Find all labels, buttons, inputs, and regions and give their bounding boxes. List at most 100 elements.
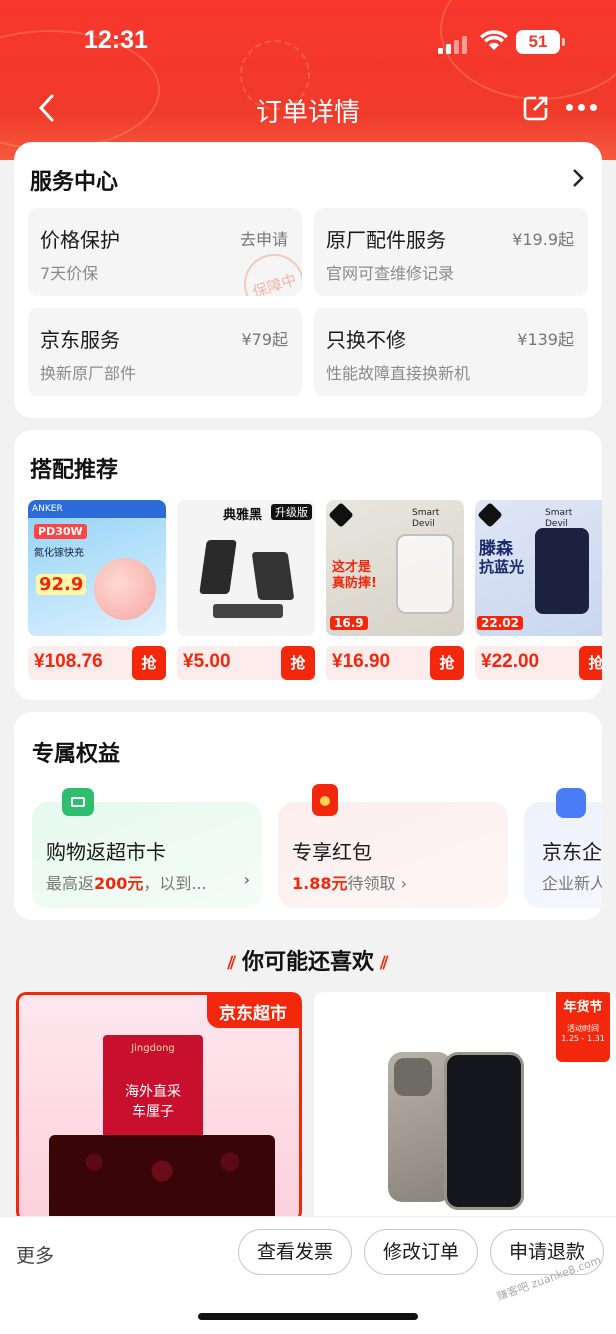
service-item-price-protect[interactable]: 价格保护 去申请 7天价保 保障中 bbox=[28, 208, 302, 296]
more-icon[interactable] bbox=[566, 104, 598, 112]
benefit-title: 京东企 bbox=[542, 840, 602, 864]
cherry-box-image: Jingdong 海外直采 车厘子 bbox=[103, 1035, 203, 1143]
supermarket-badge: 京东超市 bbox=[207, 995, 299, 1028]
screen-protector-image bbox=[535, 528, 589, 614]
brand-logo-icon bbox=[328, 502, 354, 528]
service-price: ¥19.9起 bbox=[512, 230, 574, 249]
share-icon[interactable] bbox=[522, 94, 550, 122]
product-image: 典雅黑 升级版 bbox=[177, 500, 315, 636]
product-price-bar: ¥16.90 抢 bbox=[326, 646, 464, 680]
service-item-jd-service[interactable]: 京东服务 ¥79起 换新原厂部件 bbox=[28, 308, 302, 396]
feed-image: 京东超市 Jingdong 海外直采 车厘子 bbox=[16, 992, 302, 1222]
signal-icon bbox=[438, 36, 468, 54]
cherries-image bbox=[49, 1135, 275, 1222]
charger-image bbox=[94, 558, 156, 620]
service-price: ¥139起 bbox=[517, 330, 574, 349]
enterprise-icon bbox=[556, 788, 586, 818]
box-brand: Jingdong bbox=[131, 1043, 175, 1054]
modify-order-button[interactable]: 修改订单 bbox=[364, 1229, 478, 1275]
benefit-enterprise-card[interactable]: 京东企 企业新人 bbox=[524, 788, 602, 908]
service-center-card: 服务中心 价格保护 去申请 7天价保 保障中 原厂配件服务 ¥19.9起 官网可… bbox=[14, 142, 602, 418]
box-text: 车厘子 bbox=[132, 1104, 174, 1120]
product-image: ANKER PD30W 氮化镓快充 92.9 bbox=[28, 500, 166, 636]
stand-base-image bbox=[213, 604, 283, 618]
service-name: 只换不修 bbox=[326, 328, 406, 352]
grab-button[interactable]: 抢 bbox=[579, 646, 602, 680]
more-actions-button[interactable]: 更多 bbox=[16, 1241, 54, 1268]
product-subtitle: 氮化镓快充 bbox=[34, 548, 84, 559]
phone-back-image bbox=[388, 1052, 452, 1202]
product-price-bar: ¥22.00 抢 bbox=[475, 646, 602, 680]
service-item-replace-only[interactable]: 只换不修 ¥139起 性能故障直接换新机 bbox=[314, 308, 588, 396]
recommend-feed-header: ⫽ 你可能还喜欢 ⫽ bbox=[0, 944, 616, 976]
brand-logo-icon bbox=[477, 502, 503, 528]
chevron-right-icon: › bbox=[243, 870, 250, 889]
product-image: Smart Devil 这才是 真防摔! 16.9 bbox=[326, 500, 464, 636]
decor-slash-icon: ⫽ bbox=[227, 953, 242, 974]
phone-case-image bbox=[396, 534, 454, 614]
service-item-original-parts[interactable]: 原厂配件服务 ¥19.9起 官网可查维修记录 bbox=[314, 208, 588, 296]
product-tag: PD30W bbox=[34, 524, 87, 539]
card-icon bbox=[62, 788, 94, 816]
chevron-right-icon[interactable] bbox=[572, 168, 584, 188]
battery-icon: 51 bbox=[516, 30, 565, 54]
product-promo-price: 16.9 bbox=[330, 616, 368, 630]
benefits-card: 专属权益 购物返超市卡 最高返200元，以到... › 专享红包 1.88元待领… bbox=[14, 712, 602, 920]
service-name: 价格保护 bbox=[40, 228, 120, 252]
benefit-supermarket-card[interactable]: 购物返超市卡 最高返200元，以到... › bbox=[32, 788, 262, 908]
product-price-bar: ¥108.76 抢 bbox=[28, 646, 166, 680]
protection-stamp: 保障中 bbox=[236, 246, 302, 296]
new-year-badge: 年货节 活动时间 1.25 - 1.31 bbox=[556, 992, 610, 1062]
product-brand: Smart Devil bbox=[545, 508, 573, 529]
benefits-title: 专属权益 bbox=[32, 742, 121, 767]
service-name: 京东服务 bbox=[40, 328, 120, 352]
recommend-feed-title: 你可能还喜欢 bbox=[241, 950, 374, 975]
recommend-card: 搭配推荐 ANKER PD30W 氮化镓快充 92.9 ¥108.76 抢 典雅… bbox=[14, 430, 602, 700]
stand-image bbox=[199, 540, 237, 594]
benefit-desc: 最高返200元，以到... bbox=[46, 874, 207, 893]
view-invoice-button[interactable]: 查看发票 bbox=[238, 1229, 352, 1275]
service-desc: 性能故障直接换新机 bbox=[326, 364, 471, 383]
service-price: 去申请 bbox=[239, 230, 288, 249]
feed-item[interactable]: 年货节 活动时间 1.25 - 1.31 bbox=[314, 992, 616, 1222]
grab-button[interactable]: 抢 bbox=[281, 646, 315, 680]
box-text: 海外直采 bbox=[125, 1084, 181, 1100]
product-tag: 典雅黑 bbox=[223, 508, 263, 523]
nav-bar: 订单详情 bbox=[0, 84, 616, 132]
product-card[interactable]: Smart Devil 这才是 真防摔! 16.9 ¥16.90 抢 bbox=[326, 500, 464, 680]
benefit-title: 购物返超市卡 bbox=[46, 840, 166, 864]
benefit-red-packet-card[interactable]: 专享红包 1.88元待领取 › bbox=[278, 784, 508, 908]
home-indicator[interactable] bbox=[198, 1313, 418, 1320]
product-subtitle: 升级版 bbox=[271, 504, 312, 520]
product-card[interactable]: Smart Devil 滕森 抗蓝光 22.02 ¥22.00 抢 bbox=[475, 500, 602, 680]
benefit-title: 专享红包 bbox=[292, 840, 372, 864]
stand-image bbox=[251, 552, 295, 600]
grab-button[interactable]: 抢 bbox=[132, 646, 166, 680]
product-price: ¥16.90 bbox=[332, 651, 391, 672]
product-card[interactable]: 典雅黑 升级版 ¥5.00 抢 bbox=[177, 500, 315, 680]
header-background: 12:31 51 订单详情 bbox=[0, 0, 616, 160]
phone-front-image bbox=[444, 1052, 524, 1210]
service-center-title: 服务中心 bbox=[30, 170, 119, 195]
benefit-desc: 企业新人 bbox=[542, 874, 602, 893]
decor-slash-icon: ⫽ bbox=[374, 953, 389, 974]
service-desc: 换新原厂部件 bbox=[40, 364, 137, 383]
service-desc: 7天价保 bbox=[40, 264, 99, 283]
product-promo-price: 92.9 bbox=[36, 574, 87, 595]
service-desc: 官网可查维修记录 bbox=[326, 264, 455, 283]
product-price: ¥5.00 bbox=[183, 651, 231, 672]
product-image: Smart Devil 滕森 抗蓝光 22.02 bbox=[475, 500, 602, 636]
product-card[interactable]: ANKER PD30W 氮化镓快充 92.9 ¥108.76 抢 bbox=[28, 500, 166, 680]
product-subtitle: 真防摔! bbox=[332, 576, 377, 591]
status-time: 12:31 bbox=[84, 26, 148, 54]
benefit-desc: 1.88元待领取 › bbox=[292, 874, 407, 893]
product-brand: Smart Devil bbox=[412, 508, 440, 529]
feed-item[interactable]: 京东超市 Jingdong 海外直采 车厘子 bbox=[16, 992, 302, 1222]
grab-button[interactable]: 抢 bbox=[430, 646, 464, 680]
product-price: ¥108.76 bbox=[34, 651, 103, 672]
service-price: ¥79起 bbox=[241, 330, 288, 349]
red-packet-icon bbox=[312, 784, 338, 816]
product-promo-price: 22.02 bbox=[477, 616, 523, 630]
status-bar: 12:31 51 bbox=[0, 22, 616, 62]
product-subtitle: 抗蓝光 bbox=[479, 558, 525, 576]
